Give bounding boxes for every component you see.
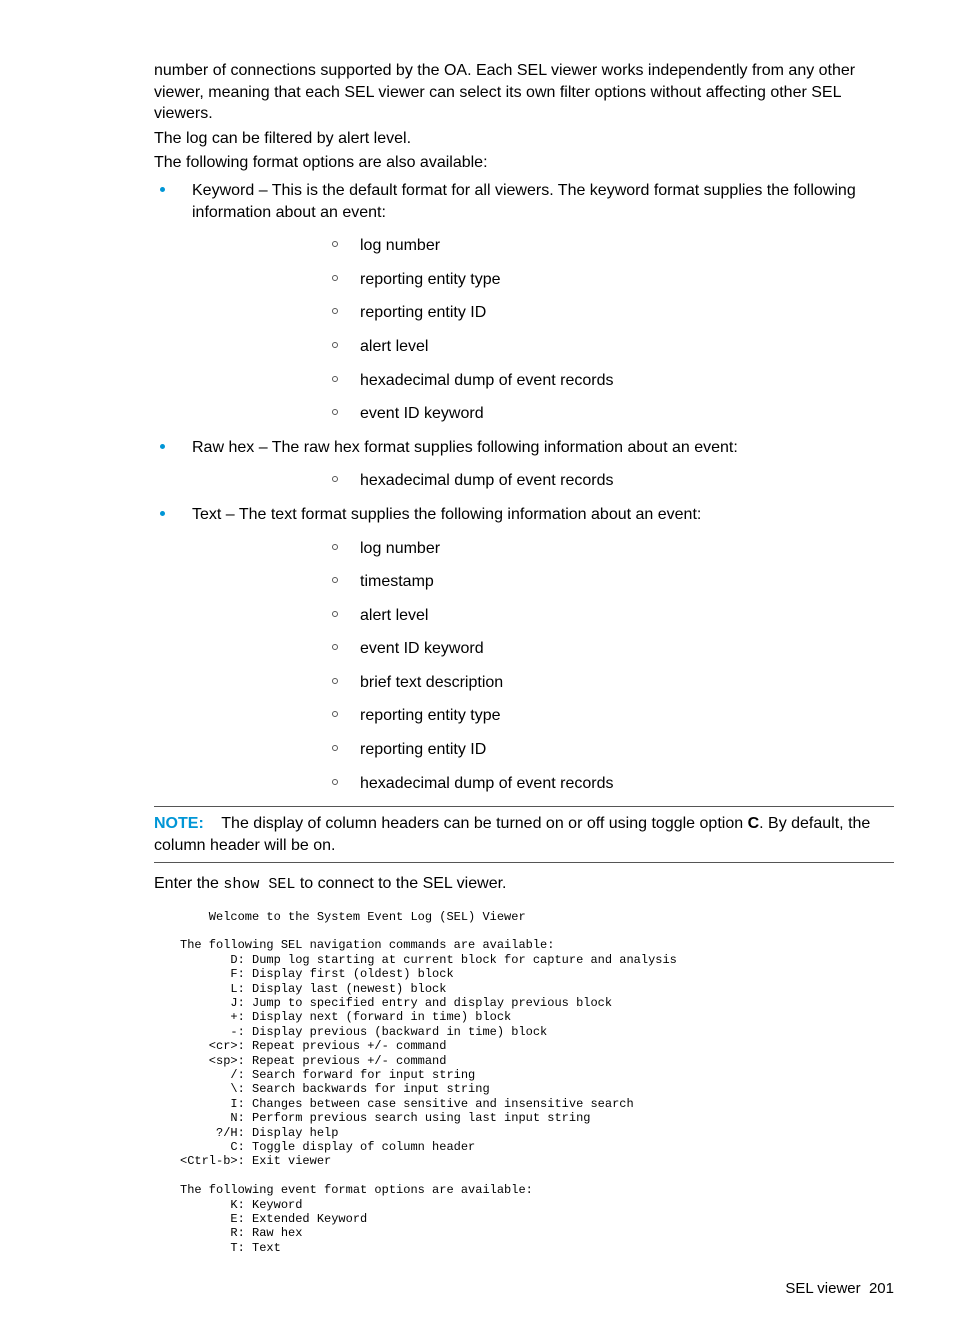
footer-page-number: 201 xyxy=(869,1280,894,1297)
keyword-sub-item: event ID keyword xyxy=(192,403,894,425)
text-sub-item: event ID keyword xyxy=(192,638,894,660)
text-sub-item: log number xyxy=(192,538,894,560)
filter-paragraph: The log can be filtered by alert level. xyxy=(60,128,894,150)
keyword-sub-item: reporting entity ID xyxy=(192,302,894,324)
bullet-keyword: Keyword – This is the default format for… xyxy=(60,180,894,425)
footer-section-name: SEL viewer xyxy=(785,1280,860,1297)
note-text-part1: The display of column headers can be tur… xyxy=(221,815,747,832)
note-bold-option: C xyxy=(748,815,760,832)
enter-command-paragraph: Enter the show SEL to connect to the SEL… xyxy=(60,873,894,895)
enter-prefix: Enter the xyxy=(154,875,223,892)
text-sub-item: hexadecimal dump of event records xyxy=(192,773,894,795)
intro-paragraph: number of connections supported by the O… xyxy=(60,60,894,125)
enter-command: show SEL xyxy=(223,876,295,893)
note-block: NOTE: The display of column headers can … xyxy=(154,806,894,863)
keyword-sub-item: log number xyxy=(192,235,894,257)
bullet-text-text: Text – The text format supplies the foll… xyxy=(192,506,701,523)
page-footer: SEL viewer 201 xyxy=(60,1279,894,1299)
rawhex-sub-item: hexadecimal dump of event records xyxy=(192,470,894,492)
keyword-sub-item: hexadecimal dump of event records xyxy=(192,370,894,392)
bullet-text: Text – The text format supplies the foll… xyxy=(60,504,894,794)
enter-suffix: to connect to the SEL viewer. xyxy=(295,875,506,892)
bullet-rawhex: Raw hex – The raw hex format supplies fo… xyxy=(60,437,894,492)
note-label: NOTE: xyxy=(154,815,204,832)
text-sub-item: reporting entity ID xyxy=(192,739,894,761)
text-sub-item: alert level xyxy=(192,605,894,627)
sel-viewer-help-output: Welcome to the System Event Log (SEL) Vi… xyxy=(180,910,894,1255)
keyword-sub-item: alert level xyxy=(192,336,894,358)
format-options-paragraph: The following format options are also av… xyxy=(60,152,894,174)
text-sub-item: timestamp xyxy=(192,571,894,593)
text-sub-item: brief text description xyxy=(192,672,894,694)
text-sub-item: reporting entity type xyxy=(192,705,894,727)
bullet-rawhex-text: Raw hex – The raw hex format supplies fo… xyxy=(192,439,738,456)
bullet-keyword-text: Keyword – This is the default format for… xyxy=(192,182,856,221)
keyword-sub-item: reporting entity type xyxy=(192,269,894,291)
